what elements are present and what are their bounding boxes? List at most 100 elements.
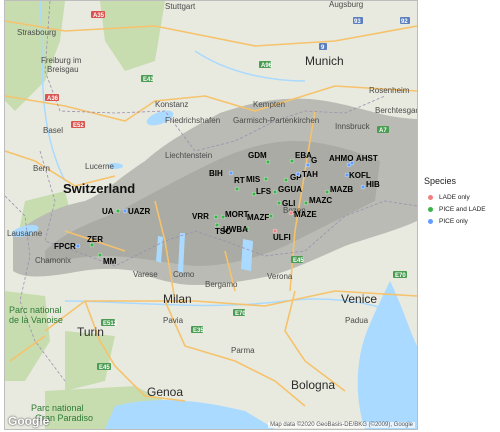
- site-point-mazc[interactable]: [303, 200, 309, 206]
- svg-text:E512: E512: [103, 321, 118, 327]
- svg-text:E45: E45: [293, 258, 304, 264]
- site-label-g: G: [311, 156, 317, 165]
- legend-item-pice-and-lade: PICE and LADE: [424, 203, 500, 215]
- svg-text:Strasbourg: Strasbourg: [17, 28, 56, 37]
- site-label-tah: TAH: [302, 170, 318, 179]
- site-label-vrr: VRR: [192, 212, 209, 221]
- site-label-gli: GLI: [282, 199, 295, 208]
- site-point-mazb[interactable]: [324, 189, 330, 195]
- svg-text:Pavia: Pavia: [163, 316, 184, 325]
- svg-text:E35: E35: [193, 328, 204, 334]
- site-point-hib[interactable]: [360, 184, 366, 190]
- site-label-mazf: MAZF: [247, 213, 269, 222]
- site-point-uazr[interactable]: [122, 208, 128, 214]
- city-turin: Turin: [77, 325, 104, 339]
- legend-label: PICE and LADE: [439, 205, 486, 213]
- city-bologna: Bologna: [291, 378, 335, 392]
- svg-text:Parma: Parma: [231, 346, 255, 355]
- svg-text:Augsburg: Augsburg: [329, 1, 363, 9]
- map-canvas[interactable]: A35 A36 E52 E43 A96 9 93 92 A7 E45 E70 E…: [5, 1, 417, 429]
- svg-text:92: 92: [401, 19, 408, 25]
- site-label-ua: UA: [102, 207, 114, 216]
- site-point-g[interactable]: [305, 162, 311, 168]
- site-point-eba[interactable]: [289, 158, 295, 164]
- city-genoa: Genoa: [147, 385, 183, 399]
- legend-item-pice-only: PICE only: [424, 215, 500, 227]
- svg-text:Garmisch-Partenkirchen: Garmisch-Partenkirchen: [233, 116, 319, 125]
- svg-text:Chamonix: Chamonix: [35, 256, 71, 265]
- species-legend: Species LADE only PICE and LADE PICE onl…: [424, 176, 500, 227]
- svg-text:E70: E70: [395, 273, 406, 279]
- site-point-gli[interactable]: [276, 200, 282, 206]
- site-label-maze: MAZE: [294, 210, 317, 219]
- site-point-ahst[interactable]: [349, 160, 355, 166]
- site-label-lfs: LFS: [256, 187, 272, 196]
- site-label-kofl: KOFL: [349, 171, 371, 180]
- svg-text:Lausanne: Lausanne: [7, 229, 43, 238]
- legend-label: PICE only: [439, 217, 468, 225]
- site-label-rt: RT: [234, 176, 245, 185]
- svg-text:Stuttgart: Stuttgart: [165, 2, 196, 11]
- svg-text:E52: E52: [73, 123, 84, 129]
- site-label-mazc: MAZC: [309, 196, 332, 205]
- site-label-uazr: UAZR: [128, 207, 150, 216]
- city-venice: Venice: [341, 292, 377, 306]
- site-point-mazf[interactable]: [268, 213, 274, 219]
- svg-text:Friedrichshafen: Friedrichshafen: [165, 116, 220, 125]
- legend-title: Species: [424, 176, 457, 186]
- svg-text:Parc national: Parc national: [31, 403, 84, 413]
- site-point-tah[interactable]: [295, 171, 301, 177]
- svg-text:E70: E70: [235, 311, 246, 317]
- site-label-gdm: GDM: [248, 151, 267, 160]
- site-point-maze[interactable]: [288, 210, 294, 216]
- site-label-zer: ZER: [87, 235, 103, 244]
- site-point-mm[interactable]: [97, 252, 103, 258]
- svg-text:E43: E43: [143, 77, 154, 83]
- svg-text:Como: Como: [173, 270, 195, 279]
- site-point-vrr[interactable]: [213, 214, 219, 220]
- pice-and-lade-swatch: [428, 206, 433, 212]
- svg-text:Liechtenstein: Liechtenstein: [165, 151, 212, 160]
- google-logo: Google: [8, 414, 50, 428]
- legend-label: LADE only: [439, 193, 470, 201]
- site-point-mis[interactable]: [263, 176, 269, 182]
- svg-text:Lucerne: Lucerne: [85, 162, 114, 171]
- site-label-eba: EBA: [295, 151, 312, 160]
- map-panel[interactable]: A35 A36 E52 E43 A96 9 93 92 A7 E45 E70 E…: [4, 0, 418, 430]
- city-freiburg-2: Breisgau: [47, 65, 79, 74]
- site-point-rt[interactable]: [234, 186, 240, 192]
- svg-text:Innsbruck: Innsbruck: [335, 122, 371, 131]
- city-munich: Munich: [305, 54, 344, 68]
- site-label-mazb: MAZB: [330, 185, 353, 194]
- svg-text:E45: E45: [99, 365, 110, 371]
- city-milan: Milan: [163, 292, 192, 306]
- site-label-mort: MORT: [225, 210, 249, 219]
- site-point-gdm[interactable]: [265, 159, 271, 165]
- site-label-mm: MM: [103, 257, 117, 266]
- site-label-ggua: GGUA: [278, 185, 302, 194]
- svg-text:Berchtesgaden: Berchtesgaden: [375, 106, 417, 115]
- svg-text:Bern: Bern: [33, 164, 50, 173]
- svg-text:A96: A96: [261, 63, 273, 69]
- map-attribution[interactable]: Map data ©2020 GeoBasis-DE/BKG (©2009), …: [268, 422, 415, 428]
- svg-text:Basel: Basel: [43, 126, 63, 135]
- svg-text:Bergamo: Bergamo: [205, 280, 238, 289]
- site-point-ggua[interactable]: [272, 189, 278, 195]
- site-point-gp[interactable]: [283, 177, 289, 183]
- site-point-bih[interactable]: [228, 170, 234, 176]
- svg-text:Konstanz: Konstanz: [155, 100, 188, 109]
- country-switzerland: Switzerland: [63, 181, 135, 196]
- svg-text:de la Vanoise: de la Vanoise: [9, 315, 63, 325]
- site-point-ua[interactable]: [115, 208, 121, 214]
- svg-text:A35: A35: [93, 13, 105, 19]
- svg-text:Varese: Varese: [133, 270, 158, 279]
- site-point-fpcr[interactable]: [75, 243, 81, 249]
- svg-text:Parc national: Parc national: [9, 305, 62, 315]
- svg-text:93: 93: [354, 19, 361, 25]
- site-label-bih: BIH: [209, 169, 223, 178]
- legend-item-lade-only: LADE only: [424, 191, 500, 203]
- site-label-ulfi: ULFI: [273, 233, 291, 242]
- pice-only-swatch: [428, 218, 433, 224]
- svg-text:Kempten: Kempten: [253, 100, 285, 109]
- svg-text:Verona: Verona: [267, 272, 293, 281]
